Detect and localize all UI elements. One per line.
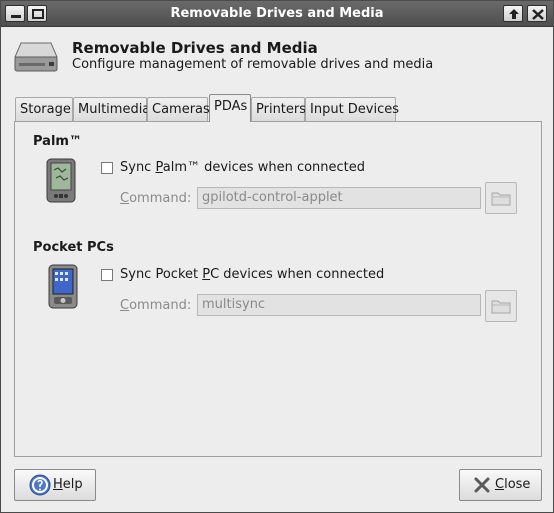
label-text: C devices when connected [210,267,385,282]
mnemonic: C [120,191,130,206]
pocketpc-device-icon [48,264,78,309]
tab-printers[interactable]: Printers [251,97,307,121]
tab-label: Printers [256,102,307,117]
tab-label: Cameras [152,102,210,117]
help-button[interactable]: Help [14,469,96,501]
arrow-up-icon [509,9,519,19]
tab-storage[interactable]: Storage [15,97,73,121]
label-text: lose [504,477,531,492]
close-icon [532,9,544,20]
close-label: Close [495,477,530,492]
tab-label: PDAs [214,99,248,114]
mnemonic: P [202,267,211,282]
tab-pdas[interactable]: PDAs [209,94,251,122]
window-title: Removable Drives and Media [170,6,384,21]
mnemonic: P [155,160,163,175]
maximize-button[interactable] [503,5,523,22]
titlebar[interactable]: Removable Drives and Media [1,1,553,27]
label-text: ommand: [129,191,192,206]
pocketpc-command-input[interactable]: multisync [197,294,481,316]
pdas-panel: Palm™ Sync Palm™ devices when connected … [14,121,542,457]
pocketpc-command-label: Command: [120,298,191,313]
tab-input-devices[interactable]: Input Devices [305,97,400,121]
close-button[interactable]: Close [459,469,542,501]
tab-cameras[interactable]: Cameras [147,97,210,121]
palm-section-title: Palm™ [33,134,82,149]
label-text: alm™ devices when connected [162,160,366,175]
label-text: elp [62,477,83,492]
tab-label: Input Devices [310,102,400,117]
header-title: Removable Drives and Media [72,39,318,57]
close-icon [474,477,490,493]
label-text: ommand: [129,298,192,313]
palm-browse-button[interactable] [485,182,517,214]
dialog-window: Removable Drives and Media Removable Dri… [0,0,554,513]
label-text: Sync Pocket [120,267,203,282]
sync-pocketpc-label: Sync Pocket PC devices when connected [120,267,384,282]
removable-drive-icon [14,42,58,72]
palm-command-input[interactable]: gpilotd-control-applet [197,187,481,209]
header-subtitle: Configure management of removable drives… [72,57,434,72]
mnemonic: C [495,477,505,492]
help-icon [29,474,51,496]
folder-icon [491,192,511,206]
close-window-button[interactable] [527,5,547,22]
pocketpc-section-title: Pocket PCs [33,240,114,255]
mnemonic: H [53,477,63,492]
palm-command-label: Command: [120,191,191,206]
pocketpc-browse-button[interactable] [485,290,517,322]
sync-palm-label: Sync Palm™ devices when connected [120,160,365,175]
help-label: Help [53,477,83,492]
folder-icon [491,300,511,314]
sync-palm-checkbox[interactable] [101,162,113,174]
label-text: Sync [120,160,156,175]
sync-pocketpc-checkbox[interactable] [101,269,113,281]
tab-label: Multimedia [78,102,151,117]
tab-multimedia[interactable]: Multimedia [73,97,151,121]
palm-device-icon [46,158,76,203]
mnemonic: C [120,298,130,313]
tab-label: Storage [20,102,71,117]
